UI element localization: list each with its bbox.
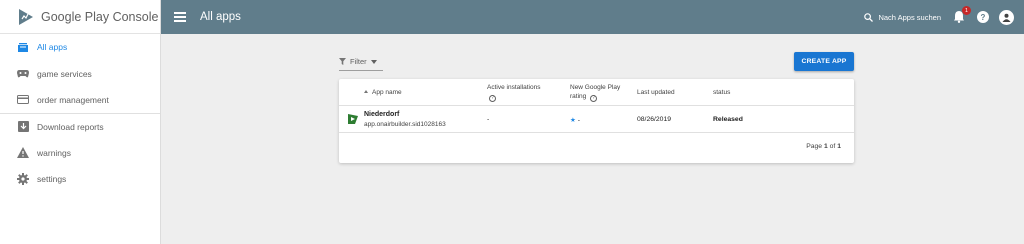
star-icon: ★ (570, 117, 576, 124)
sidebar-item-order-management[interactable]: order management (0, 87, 160, 113)
apps-icon (17, 41, 29, 53)
sidebar-item-settings[interactable]: settings (0, 166, 160, 192)
warning-icon (17, 147, 29, 159)
search-button[interactable]: Nach Apps suchen (864, 13, 941, 22)
notifications-button[interactable]: 1 (953, 6, 971, 24)
pagination: Page 1 of 1 (806, 143, 841, 150)
filter-dropdown[interactable]: Filter (339, 53, 383, 71)
sidebar-item-game-services[interactable]: game services (0, 60, 160, 86)
pager-separator: of (829, 143, 836, 150)
app-name[interactable]: Niederdorf (364, 111, 399, 118)
table-header: App name Active installations ? New Goog… (339, 79, 854, 106)
play-console-logo-icon (19, 8, 33, 25)
sidebar-nav: All apps game services order management … (0, 34, 160, 192)
table-row[interactable]: Niederdorf app.onairbuilder.sid1028163 -… (339, 106, 854, 133)
last-updated-value: 08/26/2019 (637, 116, 672, 123)
gamepad-icon (17, 68, 29, 80)
sidebar-item-label: settings (37, 174, 67, 185)
brand-logo[interactable]: Google Play Console (0, 0, 160, 34)
sidebar-item-label: order management (37, 94, 109, 105)
rating-text: - (577, 117, 580, 124)
sidebar-item-warnings[interactable]: warnings (0, 140, 160, 166)
search-icon (864, 12, 874, 22)
filter-label: Filter (350, 57, 367, 66)
sidebar-item-label: warnings (37, 147, 72, 158)
help-circle-icon[interactable]: ? (590, 95, 598, 102)
brand-name: Google Play Console (41, 9, 159, 24)
filter-icon (339, 58, 346, 65)
menu-icon[interactable] (174, 12, 186, 22)
sidebar-item-label: All apps (37, 42, 68, 53)
status-badge: Released (713, 116, 743, 123)
top-bar: All apps Nach Apps suchen 1 ? (161, 0, 1024, 34)
column-label: Active installations (487, 84, 541, 91)
search-label: Nach Apps suchen (878, 12, 941, 22)
sidebar-item-label: game services (37, 68, 92, 79)
top-actions: Nach Apps suchen 1 ? (864, 0, 1014, 34)
column-app-name[interactable]: App name (364, 88, 402, 97)
avatar[interactable] (999, 9, 1014, 25)
column-active-installations: Active installations ? (487, 83, 551, 102)
sidebar-item-label: Download reports (37, 121, 104, 132)
sidebar-item-download-reports[interactable]: Download reports (0, 113, 160, 139)
active-installations-value: - (487, 116, 490, 123)
user-avatar-icon (1002, 13, 1011, 22)
pager-current: 1 (823, 143, 828, 150)
help-icon[interactable]: ? (977, 11, 989, 23)
app-package: app.onairbuilder.sid1028163 (364, 121, 446, 128)
pager-total: 1 (837, 143, 841, 150)
column-label: App name (372, 89, 402, 96)
download-icon (17, 121, 29, 133)
sort-ascending-icon (364, 90, 368, 93)
page-title: All apps (200, 11, 241, 23)
sidebar-item-all-apps[interactable]: All apps (0, 34, 160, 60)
help-circle-icon[interactable]: ? (489, 95, 496, 102)
create-app-button[interactable]: CREATE APP (794, 52, 854, 71)
pager-prefix: Page (806, 143, 823, 150)
apps-table: App name Active installations ? New Goog… (339, 79, 854, 163)
credit-card-icon (17, 94, 29, 106)
column-rating: New Google Play rating ? (570, 83, 628, 102)
chevron-down-icon (370, 59, 377, 64)
column-status: status (713, 89, 731, 96)
app-icon (348, 114, 358, 124)
sidebar: Google Play Console All apps game servic… (0, 0, 161, 244)
column-last-updated: Last updated (637, 89, 675, 96)
rating-value: ★ - (570, 116, 580, 124)
gear-icon (17, 173, 29, 186)
notification-badge: 1 (962, 6, 971, 15)
